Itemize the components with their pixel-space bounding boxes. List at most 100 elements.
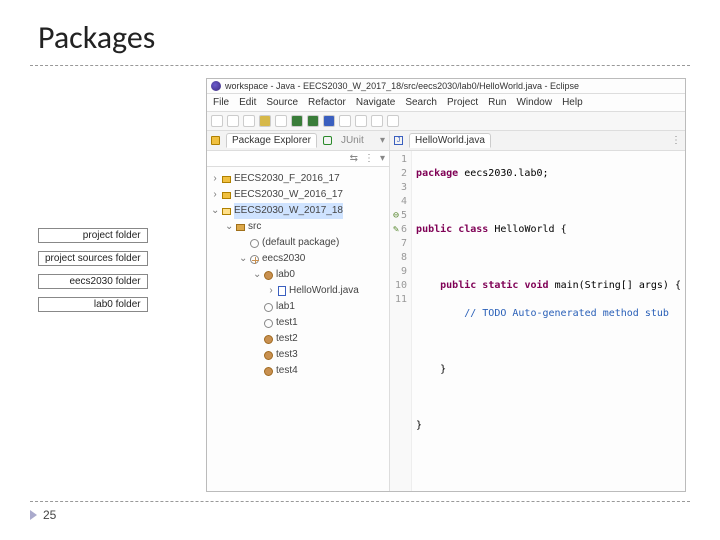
lab1-package-node[interactable]: lab1 — [211, 299, 387, 315]
menu-source[interactable]: Source — [266, 97, 298, 108]
project-node[interactable]: ›EECS2030_F_2016_17 — [211, 171, 387, 187]
menu-navigate[interactable]: Navigate — [356, 97, 395, 108]
project-node-open[interactable]: ⌄ EECS2030_W_2017_18 — [211, 203, 387, 219]
tree-label: lab1 — [276, 299, 295, 315]
src-node[interactable]: ⌄src — [211, 219, 387, 235]
menu-refactor[interactable]: Refactor — [308, 97, 346, 108]
marker-icon[interactable]: ✎ — [393, 223, 399, 237]
toolbar-button[interactable] — [211, 115, 223, 127]
toolbar-button[interactable] — [259, 115, 271, 127]
code-editor[interactable]: 1 2 3 4 ⊖5 ✎6 7 8 9 10 11 package eecs20… — [390, 151, 685, 491]
code-area[interactable]: package eecs2030.lab0; public class Hell… — [412, 151, 685, 491]
package-icon — [264, 367, 273, 376]
keyword: static — [482, 280, 518, 291]
line-num: 6 — [401, 223, 407, 237]
footer-divider — [30, 501, 690, 502]
test1-package-node[interactable]: test1 — [211, 315, 387, 331]
code-text: } — [416, 420, 422, 431]
line-num: 2 — [390, 167, 407, 181]
keyword: class — [458, 224, 488, 235]
menu-project[interactable]: Project — [447, 97, 478, 108]
run-button[interactable] — [291, 115, 303, 127]
code-text: } — [440, 364, 446, 375]
lab0-package-node[interactable]: ⌄lab0 — [211, 267, 387, 283]
expand-icon[interactable]: › — [211, 171, 219, 187]
toolbar-button[interactable] — [355, 115, 367, 127]
left-tab-row: Package Explorer JUnit ▾ — [207, 131, 389, 151]
tab-package-explorer[interactable]: Package Explorer — [226, 133, 317, 148]
eecs2030-package-node[interactable]: ⌄ eecs2030 — [211, 251, 387, 267]
java-file-node[interactable]: ›HelloWorld.java — [211, 283, 387, 299]
package-empty-icon — [250, 239, 259, 248]
expand-icon[interactable]: › — [211, 187, 219, 203]
test3-package-node[interactable]: test3 — [211, 347, 387, 363]
menu-window[interactable]: Window — [516, 97, 552, 108]
tree-label: test4 — [276, 363, 298, 379]
java-file-icon — [278, 286, 286, 296]
menu-help[interactable]: Help — [562, 97, 583, 108]
toolbar-button[interactable] — [339, 115, 351, 127]
test4-package-node[interactable]: test4 — [211, 363, 387, 379]
menu-run[interactable]: Run — [488, 97, 506, 108]
todo-comment: // TODO Auto-generated method stub — [464, 308, 669, 319]
code-text: main(String[] args) { — [549, 280, 681, 291]
keyword: package — [416, 168, 458, 179]
tab-junit[interactable]: JUnit — [338, 134, 367, 147]
fold-icon[interactable]: ⊖ — [393, 209, 399, 223]
toolbar-button[interactable] — [371, 115, 383, 127]
toolbar — [207, 112, 685, 131]
package-empty-icon — [264, 319, 273, 328]
tab-tools[interactable]: ⋮ — [671, 135, 681, 146]
tree-label: EECS2030_W_2016_17 — [234, 187, 343, 203]
collapse-icon[interactable]: ⌄ — [253, 267, 261, 283]
menu-bar: File Edit Source Refactor Navigate Searc… — [207, 94, 685, 112]
menu-file[interactable]: File — [213, 97, 229, 108]
project-node[interactable]: › EECS2030_W_2016_17 — [211, 187, 387, 203]
source-folder-icon — [236, 224, 245, 231]
line-num: 9 — [390, 265, 407, 279]
code-text: eecs2030.lab0; — [458, 168, 548, 179]
project-icon — [222, 208, 231, 215]
line-num: 10 — [390, 279, 407, 293]
keyword: public — [416, 224, 452, 235]
toolbar-button[interactable] — [243, 115, 255, 127]
line-num: 3 — [390, 181, 407, 195]
left-pane: Package Explorer JUnit ▾ ⇆ ⋮ ▾ ›EECS2030… — [207, 131, 390, 491]
package-icon — [264, 335, 273, 344]
toolbar-button[interactable] — [227, 115, 239, 127]
collapse-icon[interactable]: ⌄ — [211, 203, 219, 219]
test2-package-node[interactable]: test2 — [211, 331, 387, 347]
tree-label: (default package) — [262, 235, 339, 251]
view-dropdown-icon[interactable]: ▾ — [380, 153, 385, 164]
project-icon — [222, 176, 231, 183]
link-editor-icon[interactable]: ⋮ — [364, 153, 374, 164]
junit-icon — [323, 136, 332, 145]
line-num: 11 — [390, 293, 407, 307]
toolbar-button[interactable] — [275, 115, 287, 127]
package-explorer-icon — [211, 136, 220, 145]
tree-label: test3 — [276, 347, 298, 363]
editor-tab[interactable]: HelloWorld.java — [409, 133, 491, 148]
java-file-icon: J — [394, 136, 403, 145]
tree-label: eecs2030 — [262, 251, 305, 267]
menu-search[interactable]: Search — [405, 97, 437, 108]
menu-edit[interactable]: Edit — [239, 97, 256, 108]
tree-label: test2 — [276, 331, 298, 347]
toolbar-button[interactable] — [387, 115, 399, 127]
debug-button[interactable] — [307, 115, 319, 127]
keyword: void — [524, 280, 548, 291]
collapse-icon[interactable]: ⌄ — [239, 251, 247, 267]
tree-label: EECS2030_W_2017_18 — [234, 203, 343, 219]
expand-icon[interactable]: › — [267, 283, 275, 299]
window-titlebar[interactable]: workspace - Java - EECS2030_W_2017_18/sr… — [207, 79, 685, 94]
callout-sources-folder: project sources folder — [38, 251, 148, 266]
view-menu-icon[interactable]: ▾ — [380, 135, 385, 146]
line-num: 8 — [390, 251, 407, 265]
editor-pane: J HelloWorld.java ⋮ 1 2 3 4 ⊖5 ✎6 7 8 9 — [390, 131, 685, 491]
collapse-icon[interactable]: ⌄ — [225, 219, 233, 235]
collapse-all-icon[interactable]: ⇆ — [350, 153, 358, 164]
line-num: 1 — [390, 153, 407, 167]
default-package-node[interactable]: (default package) — [211, 235, 387, 251]
class-name: HelloWorld — [494, 224, 554, 235]
toolbar-button[interactable] — [323, 115, 335, 127]
